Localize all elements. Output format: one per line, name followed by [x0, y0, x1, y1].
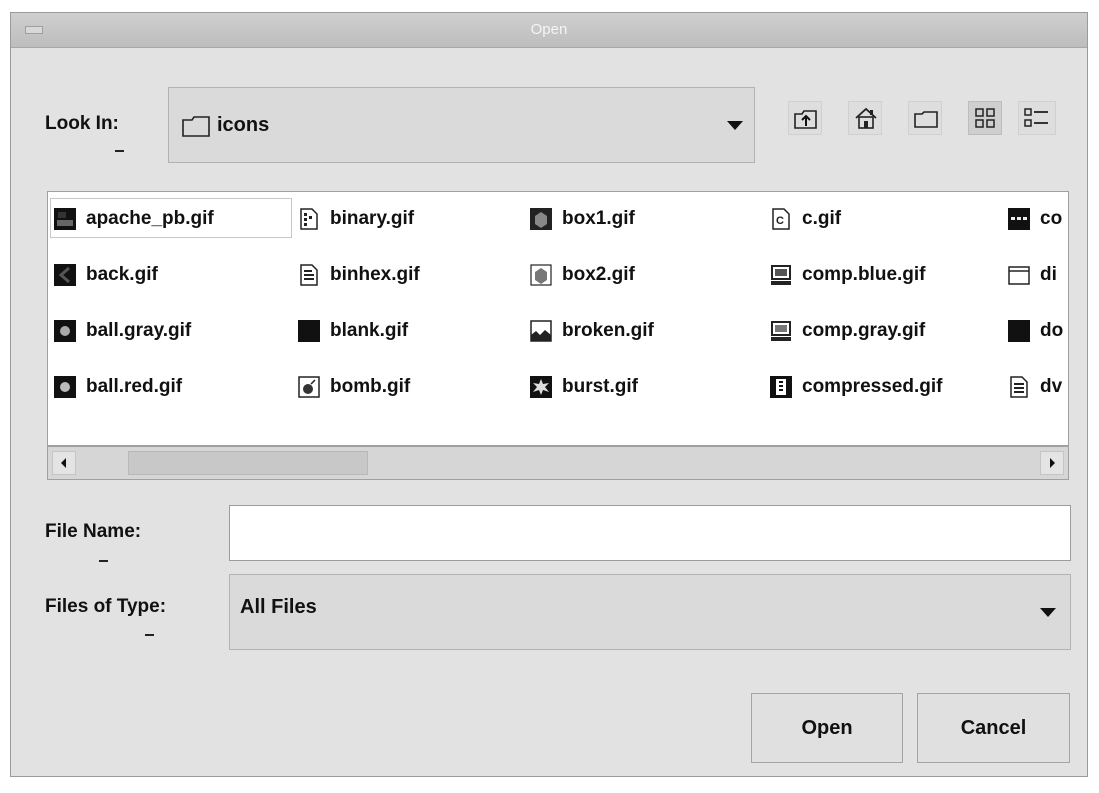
folder-icon	[1008, 266, 1030, 285]
new-folder-icon	[914, 111, 938, 128]
red-ball-icon	[54, 376, 76, 398]
file-name-input[interactable]	[229, 505, 1071, 561]
up-one-level-button[interactable]	[788, 101, 822, 135]
home-icon	[855, 107, 877, 129]
file-list[interactable]: apache_pb.gif back.gif ball.gray.gif bal…	[47, 191, 1069, 446]
horizontal-scrollbar[interactable]	[47, 446, 1069, 480]
bomb-icon	[298, 376, 320, 398]
burst-icon	[530, 376, 552, 398]
look-in-value: icons	[217, 114, 270, 136]
new-folder-button[interactable]	[908, 101, 942, 135]
scroll-thumb[interactable]	[128, 451, 368, 475]
file-name-label: File Name:	[45, 521, 142, 542]
file-type-value: All Files	[240, 596, 317, 618]
scroll-left-button[interactable]	[52, 451, 76, 475]
core-file-icon	[1008, 208, 1030, 230]
details-view-button[interactable]	[1018, 101, 1056, 135]
details-view-icon	[1024, 108, 1048, 127]
text-file-icon	[1010, 376, 1028, 398]
compressed-file-icon	[770, 376, 792, 398]
up-folder-icon	[794, 110, 817, 129]
file-name-mnemonic	[99, 560, 108, 562]
open-button[interactable]: Open	[751, 693, 903, 763]
list-view-button[interactable]	[968, 101, 1002, 135]
computer-icon	[771, 321, 791, 341]
home-button[interactable]	[848, 101, 882, 135]
file-type-combo[interactable]: All Files	[229, 574, 1071, 650]
binary-file-icon	[300, 208, 318, 230]
arrow-right-icon	[1050, 458, 1055, 468]
folder-icon	[182, 116, 210, 137]
svg-text:C: C	[776, 215, 784, 227]
file-type-mnemonic	[145, 634, 154, 636]
look-in-mnemonic	[115, 150, 124, 152]
scroll-right-button[interactable]	[1040, 451, 1064, 475]
arrow-left-icon	[61, 458, 66, 468]
window-title: Open	[530, 21, 568, 38]
cancel-button[interactable]: Cancel	[917, 693, 1070, 763]
c-source-file-icon: C	[772, 208, 790, 230]
open-dialog: Open Look In: icons apache_pb.gif back.g…	[10, 12, 1088, 777]
box-icon	[530, 264, 552, 286]
computer-icon	[771, 265, 791, 285]
look-in-label: Look In:	[45, 113, 119, 134]
broken-image-icon	[530, 320, 552, 342]
document-icon	[1008, 320, 1030, 342]
back-arrow-icon	[54, 264, 76, 286]
blank-file-icon	[298, 320, 320, 342]
list-view-icon	[975, 108, 995, 128]
chevron-down-icon	[727, 121, 743, 130]
title-bar[interactable]: Open	[11, 13, 1087, 48]
box-icon	[530, 208, 552, 230]
look-in-combo[interactable]: icons	[168, 87, 755, 163]
apache-image-icon	[54, 208, 76, 230]
gray-ball-icon	[54, 320, 76, 342]
file-type-label: Files of Type:	[45, 596, 167, 617]
binhex-file-icon	[300, 264, 318, 286]
chevron-down-icon	[1040, 608, 1056, 617]
